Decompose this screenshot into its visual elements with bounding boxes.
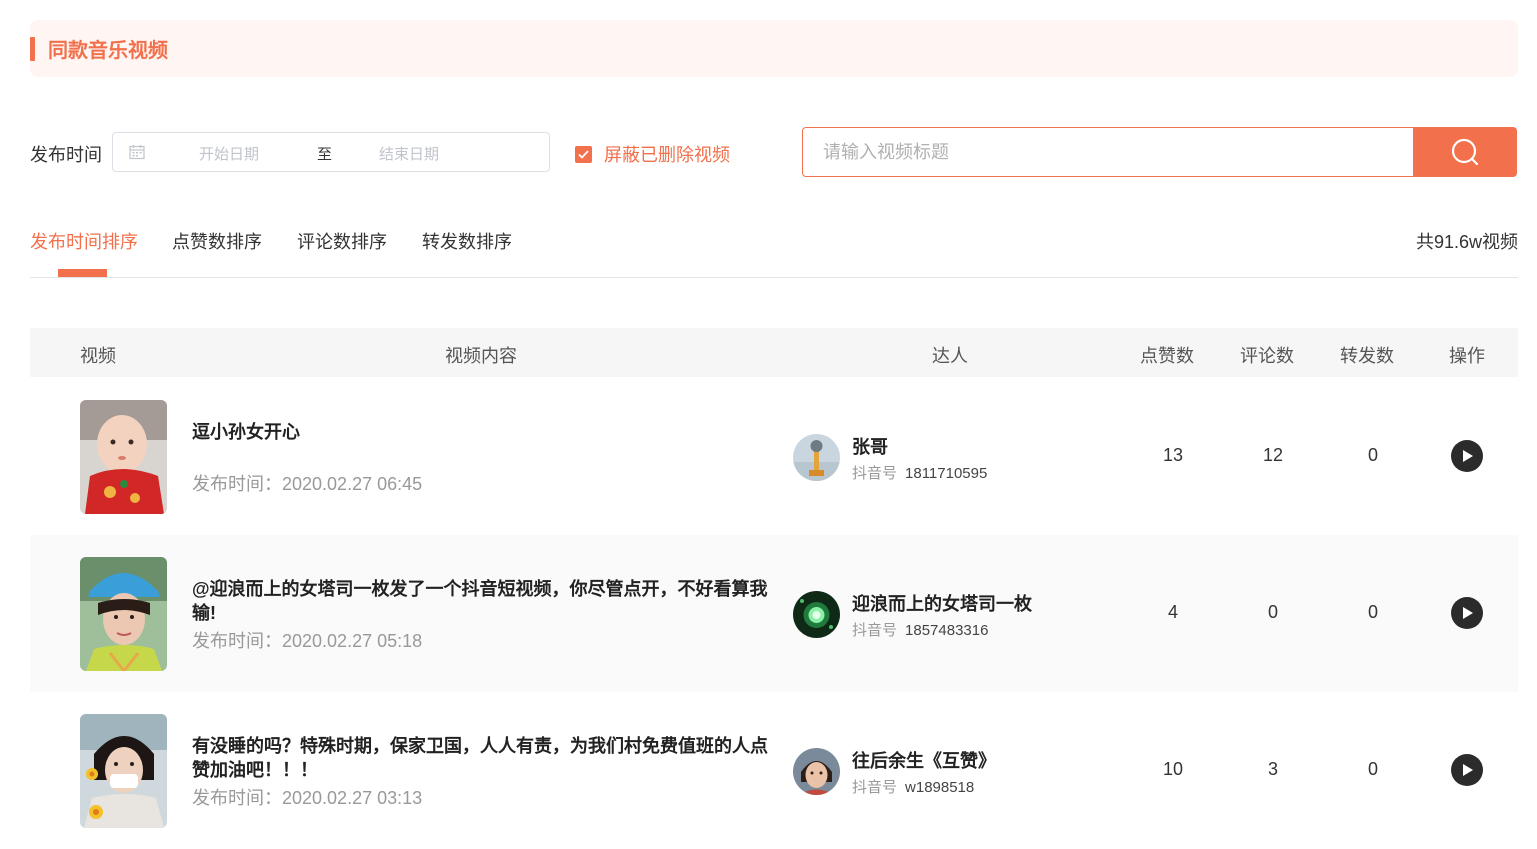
- video-thumbnail[interactable]: [80, 714, 167, 828]
- end-date-input[interactable]: 结束日期: [379, 143, 439, 164]
- play-button[interactable]: [1451, 597, 1483, 629]
- header-accent-bar: [30, 36, 35, 61]
- likes-count: 4: [1167, 602, 1178, 622]
- date-range-picker[interactable]: 开始日期 至 结束日期: [112, 132, 550, 172]
- start-date-input[interactable]: 开始日期: [199, 143, 259, 164]
- douyin-id-label: 抖音号: [852, 465, 898, 482]
- play-icon: [1463, 607, 1473, 619]
- comments-count: 0: [1267, 602, 1278, 622]
- search-input[interactable]: [802, 127, 1414, 177]
- play-icon: [1463, 764, 1473, 776]
- table-row: 逗小孙女开心 发布时间：2020.02.27 06:45 张哥 抖音号 18117…: [30, 378, 1518, 535]
- tab-sort-pub-time[interactable]: 发布时间排序: [30, 228, 138, 254]
- video-pub-time: 发布时间：2020.02.27 05:18: [192, 631, 423, 651]
- douyin-id-value: 1857483316: [905, 622, 989, 639]
- author-name[interactable]: 往后余生《互赞》: [852, 747, 996, 773]
- douyin-id-label: 抖音号: [852, 622, 898, 639]
- likes-count: 10: [1162, 759, 1184, 779]
- author-name[interactable]: 迎浪而上的女塔司一枚: [852, 590, 1032, 616]
- pub-time-label: 发布时间: [30, 145, 102, 165]
- video-title[interactable]: 逗小孙女开心: [192, 420, 777, 444]
- search-button[interactable]: [1413, 127, 1517, 177]
- hide-deleted-label: 屏蔽已删除视频: [604, 145, 730, 165]
- section-header: 同款音乐视频: [30, 20, 1518, 77]
- douyin-id-value: 1811710595: [905, 465, 988, 482]
- author-name[interactable]: 张哥: [852, 433, 888, 459]
- col-header-author: 达人: [932, 346, 968, 366]
- date-separator: 至: [317, 146, 333, 163]
- douyin-id: 抖音号 1857483316: [852, 619, 988, 640]
- comments-count: 12: [1262, 445, 1284, 465]
- play-button[interactable]: [1451, 754, 1483, 786]
- video-pub-time: 发布时间：2020.02.27 06:45: [192, 474, 423, 494]
- section-title: 同款音乐视频: [48, 40, 168, 62]
- author-avatar[interactable]: [793, 748, 840, 795]
- col-header-video: 视频: [80, 346, 116, 366]
- tab-sort-shares[interactable]: 转发数排序: [422, 228, 512, 254]
- video-pub-time: 发布时间：2020.02.27 03:13: [192, 788, 423, 808]
- check-icon: [578, 149, 589, 159]
- table-row: @迎浪而上的女塔司一枚发了一个抖音短视频，你尽管点开，不好看算我输! 发布时间：…: [30, 535, 1518, 692]
- shares-count: 0: [1367, 602, 1378, 622]
- table-row: 有没睡的吗？特殊时期，保家卫国，人人有责，为我们村免费值班的人点赞加油吧！！！ …: [30, 692, 1518, 849]
- hide-deleted-checkbox[interactable]: [575, 145, 592, 163]
- author-avatar[interactable]: [793, 591, 840, 638]
- douyin-id-label: 抖音号: [852, 779, 898, 796]
- filter-row: 发布时间 开始日期 至 结束日期 屏蔽已删除视频: [30, 127, 1518, 177]
- total-videos-count: 共91.6w视频: [1415, 232, 1518, 252]
- video-title[interactable]: 有没睡的吗？特殊时期，保家卫国，人人有责，为我们村免费值班的人点赞加油吧！！！: [192, 734, 777, 782]
- video-title[interactable]: @迎浪而上的女塔司一枚发了一个抖音短视频，你尽管点开，不好看算我输!: [192, 577, 777, 625]
- col-header-content: 视频内容: [445, 346, 517, 366]
- douyin-id: 抖音号 1811710595: [852, 462, 987, 483]
- play-button[interactable]: [1451, 440, 1483, 472]
- col-header-likes[interactable]: 点赞数: [1140, 342, 1194, 368]
- author-avatar[interactable]: [793, 434, 840, 481]
- table-header: 视频 视频内容 达人 点赞数 评论数 转发数 操作: [30, 328, 1518, 377]
- active-tab-indicator: [58, 269, 107, 277]
- col-header-comments[interactable]: 评论数: [1240, 342, 1294, 368]
- calendar-icon: [129, 145, 145, 160]
- tab-sort-likes[interactable]: 点赞数排序: [172, 228, 262, 254]
- shares-count: 0: [1367, 445, 1378, 465]
- hide-deleted-toggle[interactable]: 屏蔽已删除视频: [575, 141, 730, 167]
- shares-count: 0: [1367, 759, 1378, 779]
- col-header-shares[interactable]: 转发数: [1340, 342, 1394, 368]
- tab-sort-comments[interactable]: 评论数排序: [297, 228, 387, 254]
- search-icon: [1451, 138, 1479, 166]
- douyin-id-value: w1898518: [905, 779, 975, 796]
- comments-count: 3: [1267, 759, 1278, 779]
- video-thumbnail[interactable]: [80, 400, 167, 514]
- video-thumbnail[interactable]: [80, 557, 167, 671]
- play-icon: [1463, 450, 1473, 462]
- douyin-id: 抖音号 w1898518: [852, 776, 974, 797]
- likes-count: 13: [1162, 445, 1184, 465]
- col-header-action: 操作: [1449, 346, 1485, 366]
- sort-tabs: 发布时间排序 点赞数排序 评论数排序 转发数排序 共91.6w视频: [30, 220, 1518, 278]
